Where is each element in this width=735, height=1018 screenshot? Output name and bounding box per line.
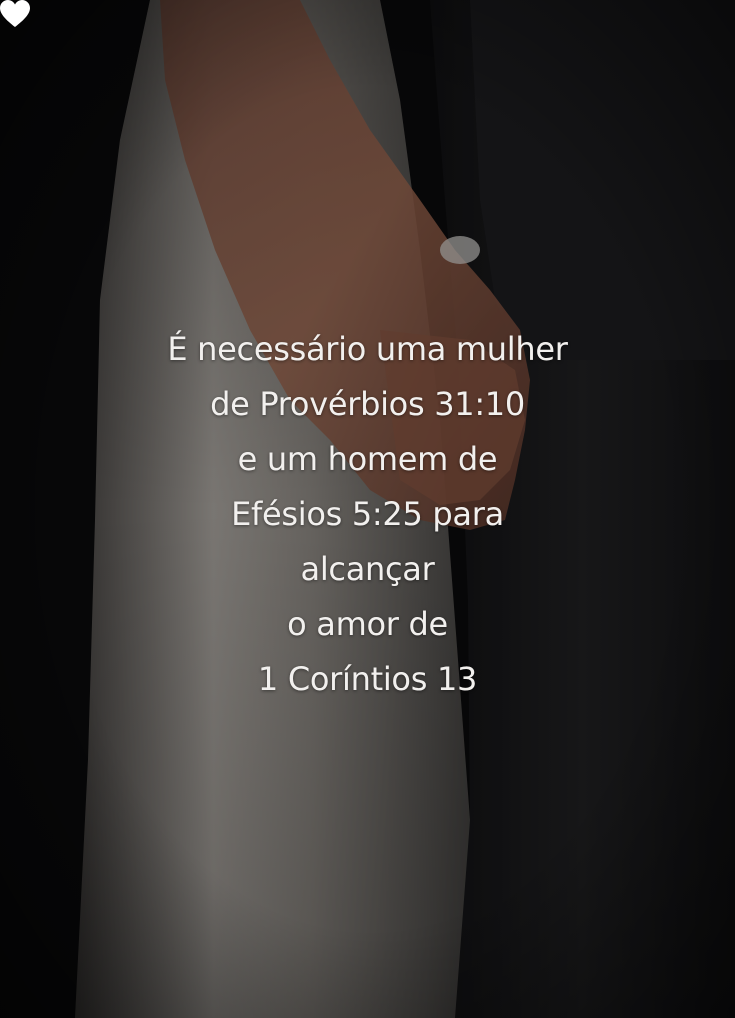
quote-line: alcançar [300,550,435,588]
quote-line: e um homem de [237,440,498,478]
quote-line: 1 Coríntios 13 [257,660,478,698]
heart-icon [0,0,30,27]
photo-background: É necessário uma mulher de Provérbios 31… [0,0,735,1018]
quote-line: de Provérbios 31:10 [210,385,525,423]
quote-text: É necessário uma mulher de Provérbios 31… [0,322,735,707]
quote-line: o amor de [287,605,448,643]
quote-line: É necessário uma mulher [167,330,568,368]
quote-line: Efésios 5:25 para [231,495,504,533]
